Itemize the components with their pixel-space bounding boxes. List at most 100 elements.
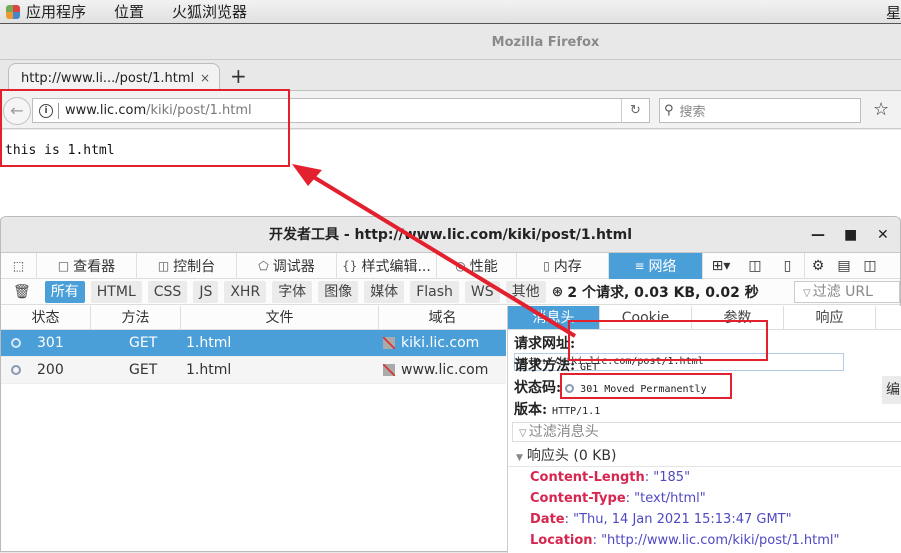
tab-style-editor[interactable]: {} 样式编辑... (337, 252, 437, 279)
header-filter-input[interactable]: ▽ 过滤消息头 (512, 422, 901, 442)
request-url-label: 请求网址: (514, 336, 576, 352)
debugger-icon: ⬠ (258, 258, 269, 273)
pick-element-button[interactable]: ⬚ (1, 252, 37, 279)
tab-label: 性能 (469, 258, 498, 275)
site-info-icon[interactable]: i (39, 103, 53, 118)
clear-trash-icon[interactable]: 🗑 (13, 284, 31, 300)
search-placeholder: 搜索 (679, 105, 706, 120)
response-header: Content-Length: "185" (530, 470, 691, 485)
version-value: HTTP/1.1 (552, 406, 601, 417)
tab-label: 控制台 (173, 258, 216, 275)
dock-bottom-button[interactable]: ▤ (831, 253, 857, 279)
request-method-label: 请求方法: (514, 358, 576, 374)
frame-select-button[interactable]: ⊞▾ (703, 253, 739, 279)
url-bar[interactable]: i www.lic.com/kiki/post/1.html ↻ (32, 98, 650, 123)
tab-cookies[interactable]: Cookie (600, 306, 692, 329)
responsive-mode-button[interactable]: ▯ (771, 252, 805, 279)
filter-all[interactable]: 所有 (44, 280, 85, 303)
request-status: 301 (37, 335, 64, 351)
status-dot-icon (11, 338, 21, 348)
console-icon: ◫ (157, 258, 170, 273)
settings-button[interactable]: ⚙ (805, 253, 831, 279)
filter-url-input[interactable]: ▽ 过滤 URL (794, 281, 900, 303)
tab-inspector[interactable]: □ 查看器 (37, 252, 137, 279)
status-dot-icon (565, 383, 575, 393)
filter-icon: ▽ (803, 288, 811, 299)
request-row[interactable]: 200 GET 1.html www.lic.com (1, 357, 506, 384)
devtools-window: 开发者工具 - http://www.lic.com/kiki/post/1.h… (0, 216, 901, 553)
filter-images[interactable]: 图像 (318, 280, 359, 303)
close-tab-icon[interactable]: × (200, 71, 210, 85)
tab-headers[interactable]: 消息头 (508, 306, 600, 329)
new-tab-button[interactable]: + (230, 64, 247, 88)
filter-media[interactable]: 媒体 (364, 280, 405, 303)
style-editor-icon: {} (342, 258, 358, 273)
menu-places[interactable]: 位置 (114, 1, 144, 22)
frames-icon: ⊞▾ (711, 257, 731, 274)
column-domain[interactable]: 域名 (379, 306, 506, 329)
response-header: Content-Type: "text/html" (530, 491, 706, 506)
filter-url-placeholder: 过滤 URL (812, 284, 873, 300)
header-filter-placeholder: 过滤消息头 (528, 424, 599, 440)
devtools-title: 开发者工具 - http://www.lic.com/kiki/post/1.h… (268, 227, 633, 243)
filter-fonts[interactable]: 字体 (272, 280, 313, 303)
filter-flash[interactable]: Flash (410, 280, 459, 303)
header-name: Content-Type (530, 491, 626, 506)
memory-icon: ▯ (543, 258, 550, 273)
dock-bottom-icon: ▤ (837, 257, 851, 274)
request-row[interactable]: 301 GET 1.html kiki.lic.com (1, 330, 506, 357)
column-method[interactable]: 方法 (91, 306, 181, 329)
tab-label: 样式编辑... (361, 258, 431, 275)
back-arrow-icon: ← (10, 101, 24, 120)
version-label: 版本: (514, 402, 548, 418)
performance-analysis-icon[interactable]: ⊛ (552, 284, 564, 300)
network-icon: ≡ (634, 258, 645, 273)
filter-css[interactable]: CSS (147, 280, 188, 303)
url-separator (58, 102, 59, 119)
tab-debugger[interactable]: ⬠ 调试器 (237, 252, 337, 279)
performance-icon: ◎ (455, 258, 466, 273)
edit-resend-button[interactable]: 编 (882, 376, 901, 404)
filter-js[interactable]: JS (193, 280, 219, 303)
status-code-row: 状态码: 301 Moved Permanently (514, 377, 707, 397)
request-table-header: 状态 方法 文件 域名 (1, 306, 506, 330)
tab-response[interactable]: 响应 (784, 306, 876, 329)
maximize-icon[interactable]: ■ (844, 217, 857, 253)
filter-xhr[interactable]: XHR (224, 280, 267, 303)
close-icon[interactable]: ✕ (877, 217, 889, 253)
reload-icon[interactable]: ↻ (621, 99, 649, 122)
desktop-top-bar: 应用程序 位置 火狐浏览器 星 (0, 0, 901, 24)
menu-applications[interactable]: 应用程序 (26, 1, 86, 22)
minimize-icon[interactable]: — (811, 217, 825, 253)
request-details-panel: 消息头 Cookie 参数 响应 请求网址:http://kiki.lic.co… (507, 306, 901, 553)
tab-console[interactable]: ◫ 控制台 (137, 252, 237, 279)
browser-tab[interactable]: http://www.li.../post/1.html × (8, 63, 220, 92)
page-text: this is 1.html (5, 143, 115, 158)
tab-network[interactable]: ≡ 网络 (609, 252, 703, 279)
clock[interactable]: 星 (886, 2, 901, 23)
request-method-row: 请求方法: GET (514, 355, 598, 375)
column-status[interactable]: 状态 (1, 306, 91, 329)
tab-memory[interactable]: ▯ 内存 (517, 252, 609, 279)
tab-performance[interactable]: ◎ 性能 (437, 252, 517, 279)
response-headers-toggle[interactable]: ▼ 响应头 (0 KB) (508, 445, 901, 467)
filter-other[interactable]: 其他 (505, 280, 546, 303)
menu-firefox[interactable]: 火狐浏览器 (172, 1, 247, 22)
column-file[interactable]: 文件 (181, 306, 379, 329)
dock-side-button[interactable]: ◫ (857, 253, 883, 279)
split-console-button[interactable]: ◫ (739, 253, 771, 279)
search-input[interactable]: ⚲ 搜索 (659, 98, 861, 123)
status-code-label: 状态码: (514, 380, 562, 396)
back-button[interactable]: ← (3, 97, 31, 125)
filter-ws[interactable]: WS (464, 280, 500, 303)
split-console-icon: ◫ (748, 257, 762, 274)
url-path: /kiki/post/1.html (146, 103, 252, 118)
header-value: "Thu, 14 Jan 2021 15:13:47 GMT" (573, 512, 792, 527)
gear-icon: ⚙ (811, 257, 825, 274)
bookmark-star-icon[interactable]: ☆ (873, 99, 889, 120)
request-domain: www.lic.com (401, 362, 489, 378)
details-tabs: 消息头 Cookie 参数 响应 (508, 306, 901, 330)
tab-params[interactable]: 参数 (692, 306, 784, 329)
header-value: "185" (653, 470, 691, 485)
filter-html[interactable]: HTML (90, 280, 142, 303)
